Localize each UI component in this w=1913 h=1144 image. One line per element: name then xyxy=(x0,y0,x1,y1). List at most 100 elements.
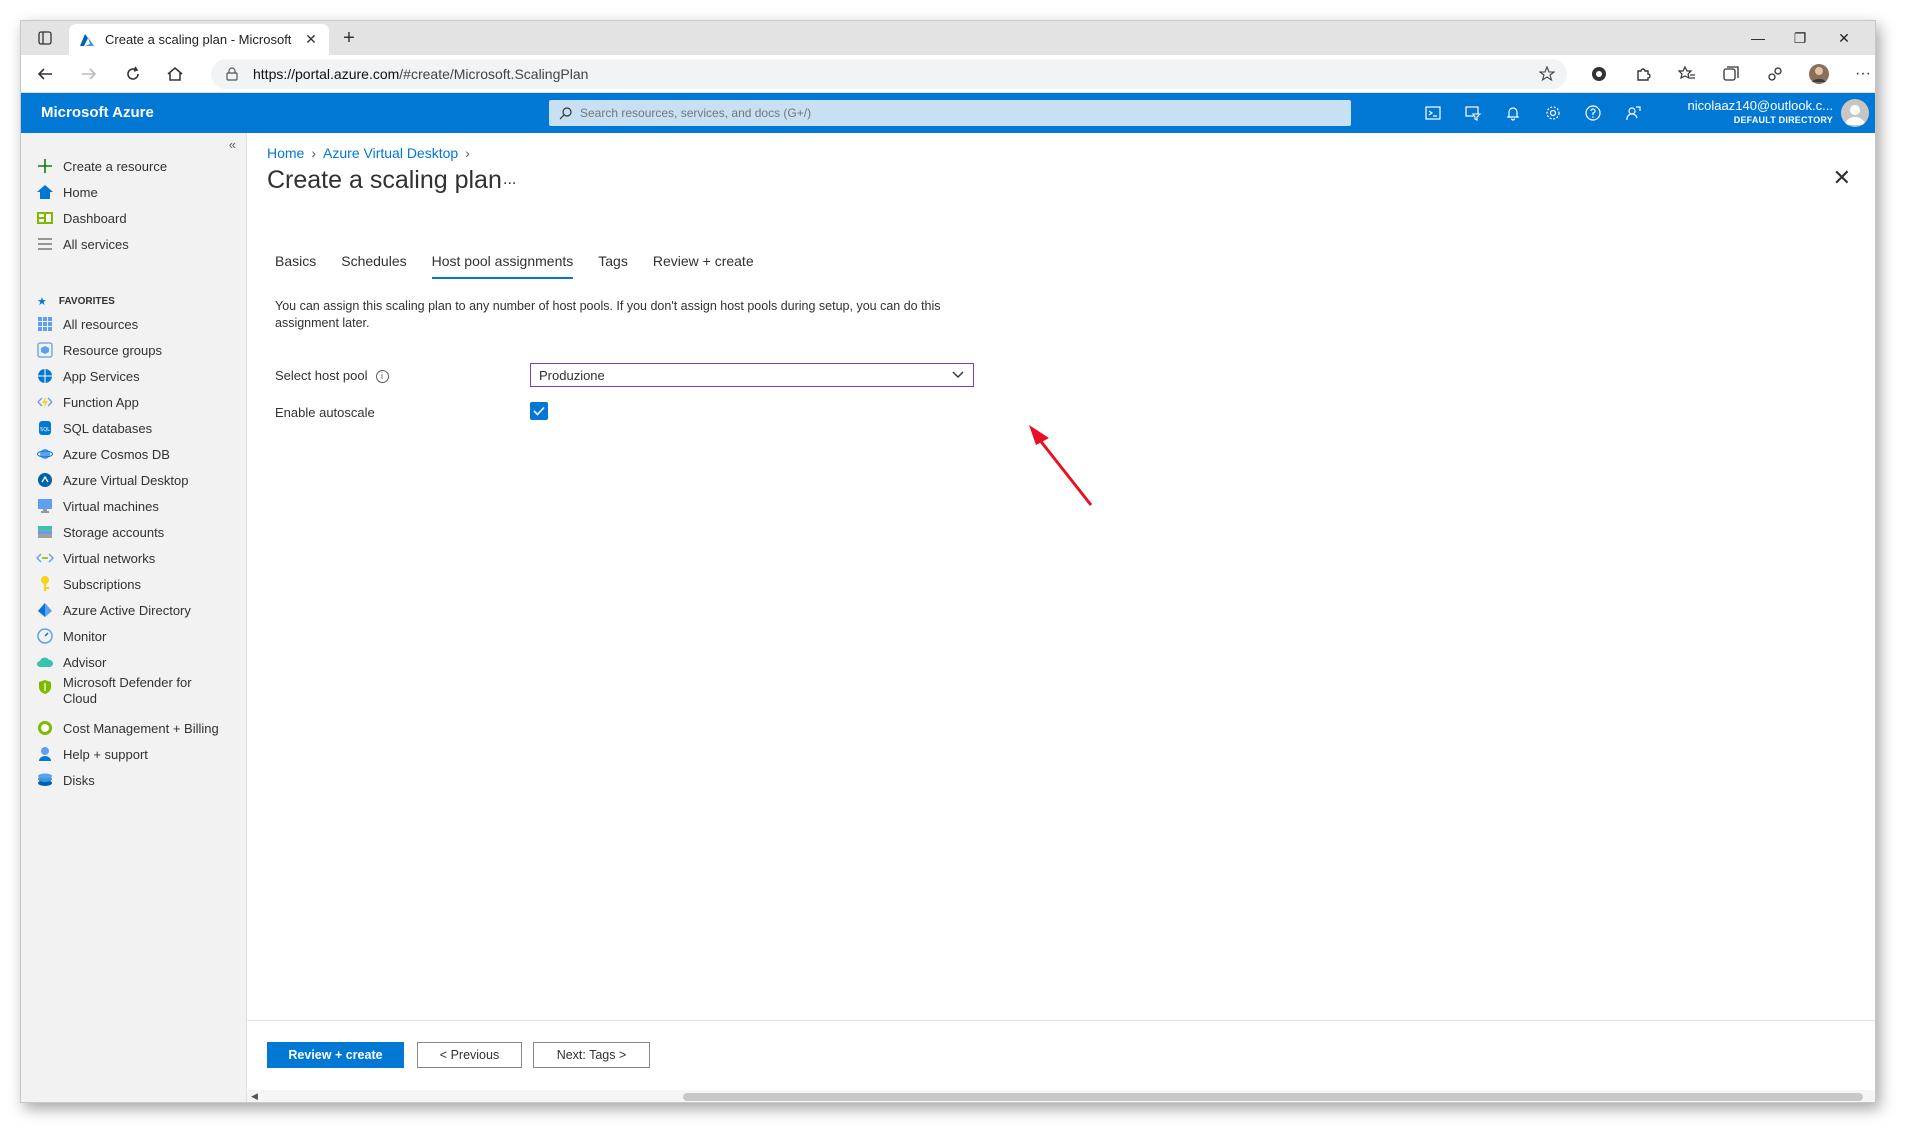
disk-icon xyxy=(35,770,55,790)
sidebar-item-sql-databases[interactable]: SQL SQL databases xyxy=(21,415,247,441)
enable-autoscale-checkbox[interactable] xyxy=(530,402,548,420)
chevron-right-icon: › xyxy=(465,145,470,161)
cloud-shell-button[interactable] xyxy=(1422,102,1444,124)
blade-content: Home › Azure Virtual Desktop › Create a sca… xyxy=(247,133,1875,1102)
favorites-button[interactable] xyxy=(1673,62,1701,86)
sidebar-item-resource-groups[interactable]: Resource groups xyxy=(21,337,247,363)
window-close-button[interactable]: ✕ xyxy=(1823,25,1865,51)
gear-icon xyxy=(1546,106,1560,120)
breadcrumb-avd[interactable]: Azure Virtual Desktop xyxy=(323,145,458,161)
extensions-button[interactable] xyxy=(1761,62,1789,86)
sidebar-item-defender[interactable]: Microsoft Defender for Cloud xyxy=(21,675,247,713)
directory-filter-button[interactable] xyxy=(1462,102,1484,124)
global-search[interactable] xyxy=(549,100,1351,126)
back-button[interactable] xyxy=(31,62,59,86)
azure-brand[interactable]: Microsoft Azure xyxy=(41,104,154,121)
more-icon: ··· xyxy=(1855,65,1871,82)
sidebar-item-monitor[interactable]: Monitor xyxy=(21,623,247,649)
network-icon xyxy=(35,548,55,568)
new-tab-button[interactable]: + xyxy=(337,27,361,51)
close-blade-button[interactable]: ✕ xyxy=(1833,165,1851,191)
favorite-star-icon[interactable] xyxy=(1539,66,1555,82)
profile-button[interactable] xyxy=(1805,62,1833,86)
host-pool-label-wrap: Select host pool i xyxy=(275,368,389,384)
extension-button-2[interactable] xyxy=(1629,62,1657,86)
feedback-button[interactable] xyxy=(1622,102,1644,124)
star-icon: ★ xyxy=(37,296,47,308)
sidebar-item-create-resource[interactable]: Create a resource xyxy=(21,153,247,179)
sidebar-item-all-resources[interactable]: All resources xyxy=(21,311,247,337)
lock-icon xyxy=(226,67,238,81)
help-button[interactable] xyxy=(1582,102,1604,124)
settings-more-button[interactable]: ··· xyxy=(1849,62,1875,86)
tab-actions-button[interactable] xyxy=(31,27,59,49)
info-icon[interactable]: i xyxy=(375,370,389,384)
search-input[interactable] xyxy=(580,106,1340,120)
bell-icon xyxy=(1506,107,1520,121)
cube-icon xyxy=(35,340,55,360)
portal-sidebar: « Create a resource Home Dashboard All s… xyxy=(21,133,247,1102)
monitor-icon xyxy=(35,496,55,516)
refresh-button[interactable] xyxy=(119,62,147,86)
sidebar-item-subscriptions[interactable]: Subscriptions xyxy=(21,571,247,597)
minimize-button[interactable]: — xyxy=(1737,25,1779,51)
account-info[interactable]: nicolaaz140@outlook.c... DEFAULT DIRECTO… xyxy=(1688,98,1833,125)
sidebar-item-storage-accounts[interactable]: Storage accounts xyxy=(21,519,247,545)
restore-button[interactable]: ❐ xyxy=(1779,25,1821,51)
refresh-icon xyxy=(127,66,139,80)
sidebar-item-azure-active-directory[interactable]: Azure Active Directory xyxy=(21,597,247,623)
checkmark-icon xyxy=(533,406,545,416)
page-title: Create a scaling plan xyxy=(267,166,502,194)
directory-filter-icon xyxy=(1465,106,1481,121)
sidebar-item-help-support[interactable]: Help + support xyxy=(21,741,247,767)
address-bar[interactable]: https://portal.azure.com/#create/Microso… xyxy=(211,59,1567,89)
settings-button[interactable] xyxy=(1542,102,1564,124)
sidebar-item-virtual-networks[interactable]: Virtual networks xyxy=(21,545,247,571)
scroll-left-arrow-icon[interactable]: ◀ xyxy=(251,1091,258,1102)
sidebar-item-advisor[interactable]: Advisor xyxy=(21,649,247,675)
more-options-button[interactable]: ... xyxy=(503,171,516,189)
plus-icon xyxy=(35,156,55,176)
bolt-icon xyxy=(35,392,55,412)
sidebar-item-all-services[interactable]: All services xyxy=(21,231,247,257)
scrollbar-thumb[interactable] xyxy=(683,1093,1863,1101)
sidebar-item-app-services[interactable]: App Services xyxy=(21,363,247,389)
list-icon xyxy=(35,234,55,254)
notifications-button[interactable] xyxy=(1502,102,1524,124)
tab-close-icon[interactable]: ✕ xyxy=(303,31,319,48)
chevron-right-icon: › xyxy=(311,145,317,161)
breadcrumb-home[interactable]: Home xyxy=(267,145,304,161)
collections-button[interactable] xyxy=(1717,62,1745,86)
red-annotation-arrow xyxy=(1029,425,1093,506)
section-description: You can assign this scaling plan to any … xyxy=(275,299,941,330)
review-create-button[interactable]: Review + create xyxy=(267,1042,404,1068)
sidebar-item-cost-management[interactable]: Cost Management + Billing xyxy=(21,715,247,741)
browser-tab[interactable]: Create a scaling plan - Microsoft ✕ xyxy=(69,24,329,55)
forward-button[interactable] xyxy=(75,62,103,86)
breadcrumb: Home › Azure Virtual Desktop › xyxy=(267,145,477,161)
extension-button-1[interactable] xyxy=(1585,62,1613,86)
sidebar-item-cosmos-db[interactable]: Azure Cosmos DB xyxy=(21,441,247,467)
sidebar-item-function-app[interactable]: Function App xyxy=(21,389,247,415)
sidebar-item-azure-virtual-desktop[interactable]: Azure Virtual Desktop xyxy=(21,467,247,493)
tab-tags[interactable]: Tags xyxy=(598,253,628,279)
host-pool-dropdown[interactable]: Produzione xyxy=(530,363,974,387)
feedback-icon xyxy=(1626,106,1641,121)
collapse-sidebar-button[interactable]: « xyxy=(229,137,236,152)
tab-review-create[interactable]: Review + create xyxy=(653,253,754,279)
home-button[interactable] xyxy=(161,62,189,86)
tab-schedules[interactable]: Schedules xyxy=(341,253,406,279)
tab-basics[interactable]: Basics xyxy=(275,253,316,279)
horizontal-scrollbar[interactable]: ◀ xyxy=(247,1090,1875,1102)
sidebar-item-home[interactable]: Home xyxy=(21,179,247,205)
tab-host-pool-assignments[interactable]: Host pool assignments xyxy=(431,253,574,279)
person-icon xyxy=(35,744,55,764)
chevron-down-icon xyxy=(952,371,964,378)
sidebar-item-disks[interactable]: Disks xyxy=(21,767,247,793)
sidebar-item-dashboard[interactable]: Dashboard xyxy=(21,205,247,231)
user-avatar[interactable] xyxy=(1841,99,1869,127)
previous-button[interactable]: < Previous xyxy=(417,1042,522,1068)
sidebar-item-virtual-machines[interactable]: Virtual machines xyxy=(21,493,247,519)
next-tags-button[interactable]: Next: Tags > xyxy=(533,1042,650,1068)
cloud-shell-icon xyxy=(1425,106,1441,120)
